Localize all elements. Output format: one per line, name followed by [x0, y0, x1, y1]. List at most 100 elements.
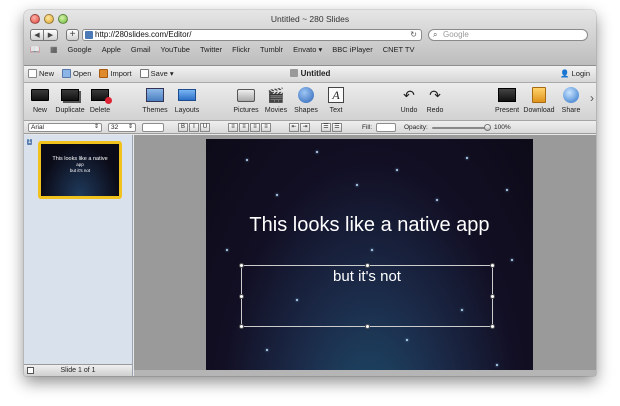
italic-button[interactable]: I [189, 123, 199, 132]
back-button[interactable]: ◀ [30, 29, 44, 41]
window-title: Untitled ~ 280 Slides [270, 14, 350, 24]
opacity-slider[interactable] [432, 124, 491, 131]
bookmarks-book-icon[interactable]: 📖 [30, 45, 40, 54]
search-field[interactable]: ⌕ Google [428, 29, 588, 41]
horizontal-scrollbar[interactable] [134, 370, 596, 376]
delete-label: Delete [89, 107, 111, 114]
editor-workspace: 1 This looks like a native app but it's … [24, 135, 596, 376]
present-icon [498, 88, 516, 102]
redo-label: Redo [426, 107, 444, 114]
bookmark-youtube[interactable]: YouTube [161, 45, 190, 54]
star-decoration [356, 184, 358, 186]
reload-icon[interactable]: ↻ [410, 30, 417, 40]
opacity-slider-knob[interactable] [484, 124, 491, 131]
share-button[interactable]: Share [553, 86, 589, 114]
new-slide-icon [31, 89, 49, 101]
slide-count-footer: Slide 1 of 1 [24, 364, 132, 376]
text-color-well[interactable] [142, 123, 164, 132]
forward-button[interactable]: ▶ [44, 29, 58, 41]
present-button[interactable]: Present [489, 86, 525, 114]
star-decoration [316, 151, 318, 153]
slide-thumbnail[interactable]: This looks like a native app but it's no… [38, 141, 122, 199]
browser-titlebar: Untitled ~ 280 Slides ◀ ▶ + http://280sl… [24, 10, 596, 66]
document-title-text: Untitled [300, 69, 331, 78]
bookmark-bbc-iplayer[interactable]: BBC iPlayer [332, 45, 372, 54]
select-arrows-icon: ⇕ [93, 124, 99, 130]
redo-icon: ↷ [429, 86, 441, 103]
themes-button[interactable]: Themes [137, 86, 173, 114]
favicon-icon [85, 31, 93, 39]
resize-handle-top-right[interactable] [490, 263, 495, 268]
delete-slide-button[interactable]: Delete [82, 86, 118, 114]
text-button[interactable]: A Text [318, 86, 354, 114]
resize-handle-bottom[interactable] [365, 324, 370, 329]
slide-title[interactable]: This looks like a native app [206, 214, 533, 237]
indent-button[interactable]: ⇥ [300, 123, 310, 132]
align-justify-button[interactable]: ≡ [261, 123, 271, 132]
text-label: Text [329, 107, 343, 114]
star-decoration [406, 339, 408, 341]
main-toolbar: New Duplicate Delete Themes Layouts Pict… [24, 83, 596, 121]
align-left-button[interactable]: ≡ [228, 123, 238, 132]
address-bar-value: http://280slides.com/Editor/ [95, 30, 192, 39]
resize-handle-top[interactable] [365, 263, 370, 268]
opacity-value: 100% [494, 124, 511, 131]
bookmark-google[interactable]: Google [68, 45, 92, 54]
login-button[interactable]: 👤 Login [560, 69, 590, 78]
align-right-button[interactable]: ≡ [250, 123, 260, 132]
star-decoration [511, 259, 513, 261]
bookmark-apple[interactable]: Apple [102, 45, 121, 54]
share-label: Share [561, 107, 581, 114]
slide-subtitle[interactable]: but it's not [242, 268, 492, 285]
opacity-label: Opacity: [404, 124, 428, 131]
resize-handle-bottom-right[interactable] [490, 324, 495, 329]
font-select[interactable]: Arial ⇕ [28, 123, 102, 132]
redo-button[interactable]: ↷ Redo [417, 86, 453, 115]
slide-canvas[interactable]: This looks like a native app but it's no… [206, 139, 533, 376]
bookmark-cnet-tv[interactable]: CNET TV [383, 45, 415, 54]
numbered-list-button[interactable]: ☰ [332, 123, 342, 132]
bookmark-flickr[interactable]: Flickr [232, 45, 250, 54]
selected-text-box[interactable]: but it's not [239, 263, 495, 329]
star-decoration [226, 249, 228, 251]
address-bar[interactable]: http://280slides.com/Editor/ ↻ [82, 29, 422, 41]
align-center-button[interactable]: ≡ [239, 123, 249, 132]
slide-count-text: Slide 1 of 1 [60, 367, 96, 374]
resize-handle-bottom-left[interactable] [239, 324, 244, 329]
bulleted-list-button[interactable]: ☰ [321, 123, 331, 132]
add-bookmark-button[interactable]: + [66, 29, 79, 41]
themes-label: Themes [142, 107, 168, 114]
top-sites-grid-icon[interactable]: ▦ [50, 45, 58, 54]
star-decoration [466, 157, 468, 159]
select-arrows-icon: ⇕ [127, 124, 133, 130]
fill-color-well[interactable] [376, 123, 396, 132]
download-button[interactable]: Download [521, 86, 557, 114]
underline-button[interactable]: U [200, 123, 210, 132]
search-placeholder: Google [443, 30, 469, 39]
resize-handle-top-left[interactable] [239, 263, 244, 268]
star-decoration [496, 364, 498, 366]
star-decoration [436, 199, 438, 201]
outdent-button[interactable]: ⇤ [289, 123, 299, 132]
new-slide-label: New [32, 107, 47, 114]
nav-buttons: ◀ ▶ [30, 29, 58, 41]
duplicate-slide-icon [61, 89, 79, 101]
bookmark-twitter[interactable]: Twitter [200, 45, 222, 54]
star-decoration [246, 159, 248, 161]
login-label: Login [571, 69, 590, 78]
font-size-select[interactable]: 32 ⇕ [108, 123, 136, 132]
slide-canvas-area: This looks like a native app but it's no… [134, 135, 596, 376]
font-size-value: 32 [111, 124, 119, 131]
bookmark-gmail[interactable]: Gmail [131, 45, 151, 54]
bookmark-envato[interactable]: Envato ▾ [293, 45, 322, 54]
resize-handle-right[interactable] [490, 294, 495, 299]
bold-button[interactable]: B [178, 123, 188, 132]
layouts-button[interactable]: Layouts [169, 86, 205, 114]
clapperboard-icon: 🎬 [267, 86, 285, 103]
document-icon [289, 69, 298, 77]
resize-handle-left[interactable] [239, 294, 244, 299]
star-decoration [396, 169, 398, 171]
toggle-navigator-icon[interactable] [27, 367, 34, 374]
chevron-right-icon[interactable]: › [590, 91, 594, 105]
bookmark-tumblr[interactable]: Tumblr [260, 45, 283, 54]
